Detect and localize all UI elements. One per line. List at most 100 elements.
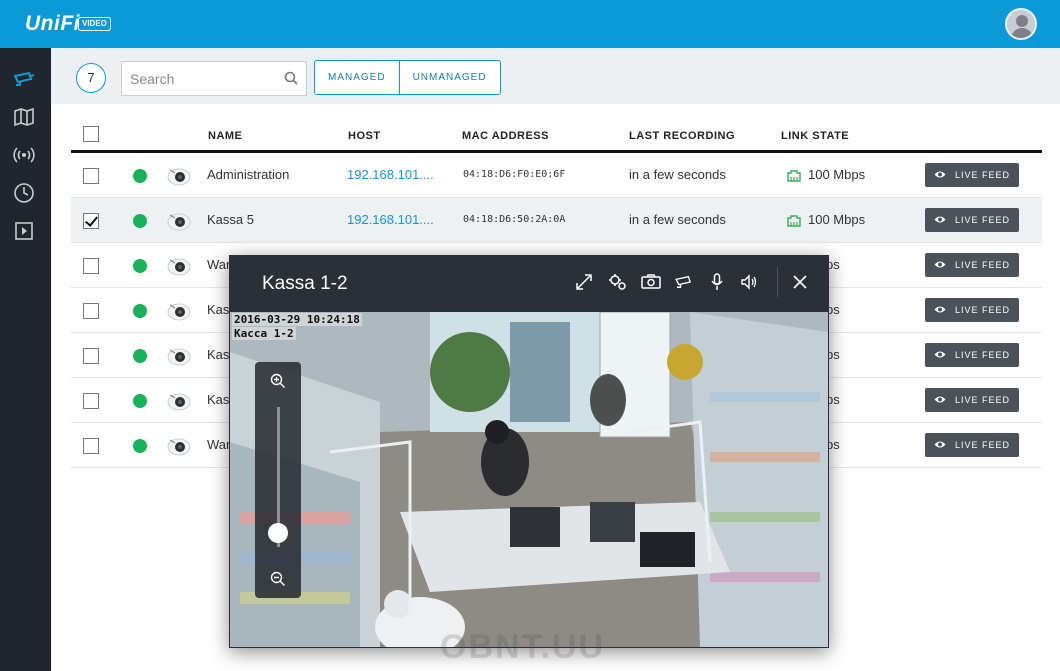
col-name[interactable]: NAME [208,130,242,142]
live-feed-button[interactable]: LIVE FEED [925,298,1019,322]
video-frame-image [230,312,828,647]
camera-name: Kassa 5 [207,212,254,227]
row-checkbox[interactable] [83,168,99,184]
row-checkbox[interactable] [83,438,99,454]
row-checkbox[interactable] [83,258,99,274]
online-status-dot [133,259,147,273]
zoom-out-icon[interactable] [267,568,289,590]
eye-icon [934,170,946,181]
live-feed-button[interactable]: LIVE FEED [925,208,1019,232]
camera-count: 7 [76,63,106,93]
video-feed[interactable]: 2016-03-29 10:24:18 Касса 1-2 [230,312,828,647]
fullscreen-icon[interactable] [574,272,594,292]
map-icon[interactable] [11,104,37,130]
eye-icon [934,440,946,451]
user-avatar[interactable] [1005,8,1037,40]
live-feed-label: LIVE FEED [955,350,1011,360]
camera-name: War [207,437,231,452]
avatar-head [1016,15,1028,27]
camera-device-icon [167,254,191,278]
camera-mac: 04:18:D6:F0:E0:6F [463,169,566,180]
row-checkbox[interactable] [83,303,99,319]
osd-camera-name: Касса 1-2 [232,327,296,340]
camera-icon[interactable] [11,66,37,92]
sidebar [0,48,51,671]
online-status-dot [133,214,147,228]
close-icon[interactable] [790,272,810,292]
camera-device-icon [167,164,191,188]
online-status-dot [133,304,147,318]
zoom-in-icon[interactable] [267,370,289,392]
live-feed-button[interactable]: LIVE FEED [925,163,1019,187]
play-icon[interactable] [11,218,37,244]
live-feed-label: LIVE FEED [955,170,1011,180]
live-feed-button[interactable]: LIVE FEED [925,433,1019,457]
video-badge: VIDEO [78,17,111,31]
camera-mac: 04:18:D6:50:2A:0A [463,214,566,225]
last-recording: in a few seconds [629,212,726,227]
camera-name: Kas [207,392,230,407]
camera-name: Administration [207,167,290,182]
camera-name: Kas [207,302,230,317]
managed-filter: MANAGED UNMANAGED [314,60,501,95]
row-checkbox[interactable] [83,348,99,364]
toolbar: 7 MANAGED UNMANAGED [51,48,1060,104]
camera-icon[interactable] [674,272,694,292]
unifi-logo[interactable]: UniFi [25,12,80,36]
managed-button[interactable]: MANAGED [315,61,399,94]
camera-device-icon [167,344,191,368]
last-recording: in a few seconds [629,167,726,182]
row-checkbox[interactable] [83,213,99,229]
avatar-body [1011,28,1033,38]
table-row[interactable]: Administration 192.168.101.... 04:18:D6:… [71,153,1042,198]
col-host[interactable]: HOST [348,130,381,142]
camera-device-icon [167,299,191,323]
search-icon[interactable] [284,71,298,90]
camera-name: War [207,257,231,272]
microphone-icon[interactable] [707,272,727,292]
live-feed-modal: Kassa 1-2 2016-03-29 10:24:18 Касса 1-2 [229,255,829,648]
eye-icon [934,305,946,316]
eye-icon [934,395,946,406]
live-feed-button[interactable]: LIVE FEED [925,343,1019,367]
camera-device-icon [167,209,191,233]
modal-title: Kassa 1-2 [262,273,348,294]
camera-host-link[interactable]: 192.168.101.... [347,167,434,182]
live-feed-button[interactable]: LIVE FEED [925,253,1019,277]
col-last-recording[interactable]: LAST RECORDING [629,130,735,142]
zoom-control [255,362,301,598]
settings-icon[interactable] [608,272,628,292]
online-status-dot [133,349,147,363]
camera-device-icon [167,389,191,413]
zoom-slider-handle[interactable] [268,523,288,543]
ethernet-icon [787,213,801,227]
live-feed-label: LIVE FEED [955,440,1011,450]
eye-icon [934,350,946,361]
live-feed-label: LIVE FEED [955,260,1011,270]
live-feed-label: LIVE FEED [955,305,1011,315]
snapshot-icon[interactable] [641,272,661,292]
toolbar-separator [777,267,778,297]
search-input[interactable] [122,62,272,95]
top-header: UniFi VIDEO [0,0,1060,48]
ethernet-icon [787,168,801,182]
col-mac[interactable]: MAC ADDRESS [462,130,549,142]
link-speed: 100 Mbps [808,212,866,227]
table-row[interactable]: Kassa 5 192.168.101.... 04:18:D6:50:2A:0… [71,198,1042,243]
live-feed-button[interactable]: LIVE FEED [925,388,1019,412]
osd-timestamp: 2016-03-29 10:24:18 [232,313,362,326]
col-link-state[interactable]: LINK STATE [781,130,849,142]
camera-name: Kas [207,347,230,362]
wireless-icon[interactable] [11,142,37,168]
online-status-dot [133,394,147,408]
eye-icon [934,215,946,226]
select-all-checkbox[interactable] [83,126,99,142]
unmanaged-button[interactable]: UNMANAGED [398,61,500,94]
speaker-icon[interactable] [739,272,759,292]
live-feed-label: LIVE FEED [955,395,1011,405]
clock-icon[interactable] [11,180,37,206]
watermark: OBNT.UU [440,628,606,666]
camera-host-link[interactable]: 192.168.101.... [347,212,434,227]
row-checkbox[interactable] [83,393,99,409]
eye-icon [934,260,946,271]
